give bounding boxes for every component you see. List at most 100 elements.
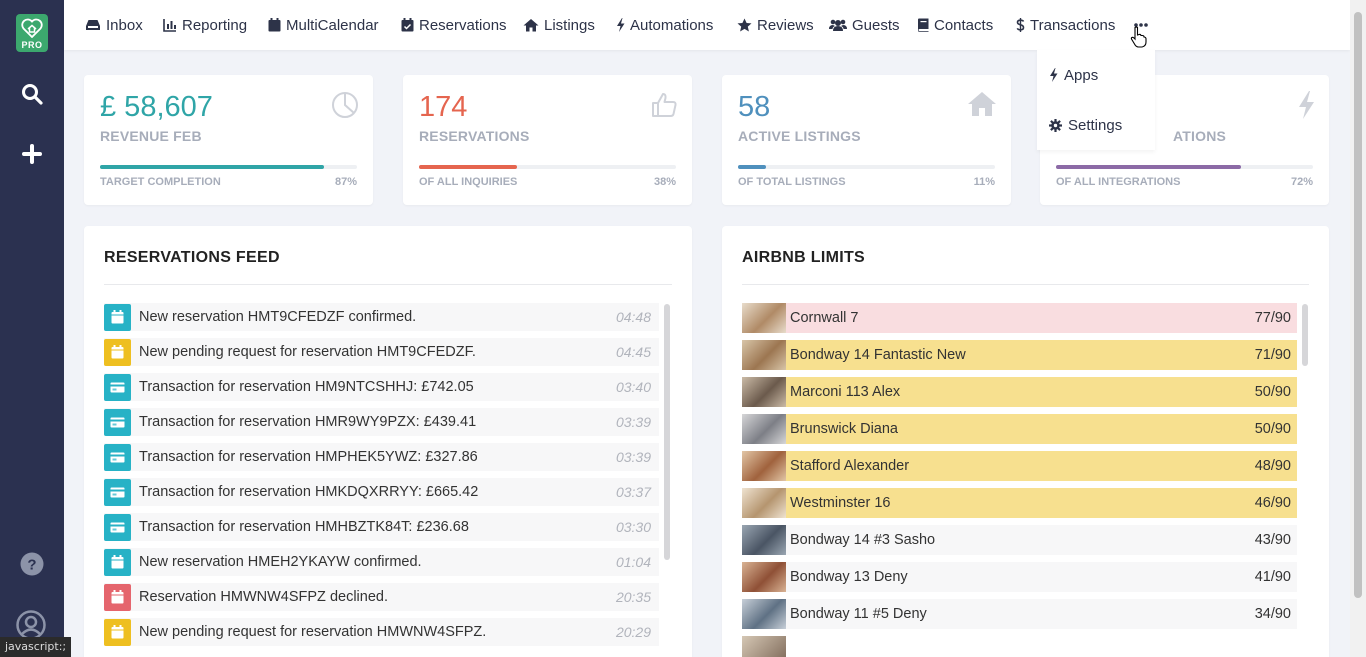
stat-value: 174 bbox=[419, 91, 468, 123]
divider bbox=[104, 284, 672, 285]
feed-item-time: 03:37 bbox=[615, 484, 651, 500]
nav-label: Reviews bbox=[757, 16, 814, 34]
feed-item-time: 20:35 bbox=[615, 589, 651, 605]
credit-card-icon bbox=[104, 513, 131, 541]
hand-cursor-icon bbox=[1130, 26, 1148, 53]
nav-reporting[interactable]: Reporting bbox=[163, 16, 247, 34]
limit-row[interactable] bbox=[742, 636, 1297, 657]
feed-item[interactable]: Transaction for reservation HMR9WY9PZX: … bbox=[104, 408, 659, 436]
feed-item-time: 04:48 bbox=[615, 309, 651, 325]
listing-name: Bondway 14 Fantastic New bbox=[790, 347, 966, 363]
app-logo[interactable]: PRO bbox=[16, 14, 48, 52]
stat-label: ACTIVE LISTINGS bbox=[738, 128, 861, 144]
menu-item-settings[interactable]: Settings bbox=[1049, 115, 1122, 135]
menu-item-apps[interactable]: Apps bbox=[1049, 65, 1098, 85]
progress-bar bbox=[738, 165, 995, 169]
page-scrollbar[interactable] bbox=[1350, 0, 1366, 657]
calendar-icon bbox=[104, 303, 131, 331]
listing-name: Marconi 113 Alex bbox=[790, 384, 901, 400]
nav-transactions[interactable]: Transactions bbox=[1016, 16, 1115, 34]
credit-card-icon bbox=[104, 408, 131, 436]
listing-limit-count: 43/90 bbox=[1254, 532, 1291, 548]
listing-thumbnail bbox=[742, 636, 786, 657]
feed-item[interactable]: New pending request for reservation HMT9… bbox=[104, 338, 659, 366]
nav-label: Listings bbox=[544, 16, 595, 34]
progress-bar bbox=[419, 165, 676, 169]
nav-guests[interactable]: Guests bbox=[829, 16, 900, 34]
limit-row[interactable]: Stafford Alexander 48/90 bbox=[742, 451, 1297, 481]
listing-thumbnail bbox=[742, 562, 786, 592]
pie-chart-icon bbox=[331, 91, 359, 124]
bolt-icon bbox=[1050, 68, 1058, 82]
limit-row[interactable]: Bondway 13 Deny 41/90 bbox=[742, 562, 1297, 592]
status-bar-url: javascript:; bbox=[0, 637, 72, 657]
credit-card-icon bbox=[104, 443, 131, 471]
limit-row[interactable]: Bondway 11 #5 Deny 34/90 bbox=[742, 599, 1297, 629]
feed-item[interactable]: New pending request for reservation HMWN… bbox=[104, 618, 659, 646]
progress-bar bbox=[100, 165, 357, 169]
feed-item[interactable]: New reservation HMT9CFEDZF confirmed. 04:… bbox=[104, 303, 659, 331]
calendar-check-icon bbox=[401, 18, 414, 32]
limit-row[interactable]: Brunswick Diana 50/90 bbox=[742, 414, 1297, 444]
progress-percent: 72% bbox=[1290, 176, 1313, 188]
help-icon[interactable]: ? bbox=[20, 552, 44, 576]
limits-scrollbar[interactable] bbox=[1302, 304, 1308, 366]
progress-fill bbox=[100, 165, 324, 169]
add-icon[interactable] bbox=[20, 142, 44, 166]
feed-item[interactable]: Transaction for reservation HM9NTCSHHJ: … bbox=[104, 373, 659, 401]
svg-text:?: ? bbox=[27, 557, 36, 574]
feed-item[interactable]: New reservation HMEH2YKAYW confirmed. 01:… bbox=[104, 548, 659, 576]
limit-row[interactable]: Bondway 14 #3 Sasho 43/90 bbox=[742, 525, 1297, 555]
nav-label: Reservations bbox=[419, 16, 507, 34]
feed-item[interactable]: Reservation HMWNW4SFPZ declined. 20:35 bbox=[104, 583, 659, 611]
listing-thumbnail bbox=[742, 451, 786, 481]
listing-name: Westminster 16 bbox=[790, 495, 891, 511]
nav-multicalendar[interactable]: MultiCalendar bbox=[268, 16, 379, 34]
listing-name: Cornwall 7 bbox=[790, 310, 859, 326]
nav-contacts[interactable]: Contacts bbox=[917, 16, 993, 34]
stat-value: 58 bbox=[738, 91, 771, 123]
nav-label: Inbox bbox=[106, 16, 143, 34]
feed-item[interactable]: Transaction for reservation HMHBZTK84T: … bbox=[104, 513, 659, 541]
progress-percent: 87% bbox=[334, 176, 357, 188]
feed-item[interactable]: Transaction for reservation HMKDQXRRYY: … bbox=[104, 478, 659, 506]
nav-reservations[interactable]: Reservations bbox=[401, 16, 507, 34]
feed-item-text: Transaction for reservation HMHBZTK84T: … bbox=[139, 519, 469, 535]
feed-item-time: 03:40 bbox=[615, 379, 651, 395]
feed-item-time: 01:04 bbox=[615, 554, 651, 570]
nav-reviews[interactable]: Reviews bbox=[737, 16, 814, 34]
inbox-icon bbox=[86, 20, 100, 30]
nav-inbox[interactable]: Inbox bbox=[85, 16, 143, 34]
reservations-feed-panel: RESERVATIONS FEED New reservation HMT9CF… bbox=[84, 226, 692, 657]
nav-label: Transactions bbox=[1030, 16, 1116, 34]
stat-card-reservations: 174 RESERVATIONS OF ALL INQUIRIES 38% bbox=[403, 75, 692, 205]
thumbs-up-icon bbox=[650, 91, 678, 124]
nav-automations[interactable]: Automations bbox=[616, 16, 713, 34]
progress-fill bbox=[1056, 165, 1242, 169]
stat-label: REVENUE FEB bbox=[100, 128, 202, 144]
limit-row[interactable]: Westminster 16 46/90 bbox=[742, 488, 1297, 518]
listing-limit-count: 48/90 bbox=[1254, 458, 1291, 474]
limit-row[interactable]: Cornwall 7 77/90 bbox=[742, 303, 1297, 333]
pro-badge: PRO bbox=[21, 40, 43, 50]
user-avatar-icon[interactable] bbox=[16, 610, 46, 640]
bolt-icon bbox=[1297, 91, 1315, 124]
nav-label: Reporting bbox=[182, 16, 248, 34]
home-icon bbox=[967, 91, 997, 122]
calendar-icon bbox=[104, 618, 131, 646]
limit-row[interactable]: Bondway 14 Fantastic New 71/90 bbox=[742, 340, 1297, 370]
feed-item[interactable]: Transaction for reservation HMPHEK5YWZ: … bbox=[104, 443, 659, 471]
progress-fill bbox=[419, 165, 517, 169]
listing-limit-count: 50/90 bbox=[1254, 421, 1291, 437]
page-scrollbar-thumb[interactable] bbox=[1354, 12, 1362, 598]
search-icon[interactable] bbox=[20, 82, 44, 106]
feed-item-time: 04:45 bbox=[615, 344, 651, 360]
limit-row[interactable]: Marconi 113 Alex 50/90 bbox=[742, 377, 1297, 407]
feed-scrollbar[interactable] bbox=[664, 304, 670, 560]
listing-limit-count: 41/90 bbox=[1254, 569, 1291, 585]
listing-name: Brunswick Diana bbox=[790, 421, 898, 437]
feed-item-time: 03:30 bbox=[615, 519, 651, 535]
progress-label: OF TOTAL LISTINGS bbox=[738, 176, 846, 188]
top-navigation: Inbox Reporting MultiCalendar Reservatio… bbox=[64, 0, 1350, 50]
nav-listings[interactable]: Listings bbox=[523, 16, 595, 34]
